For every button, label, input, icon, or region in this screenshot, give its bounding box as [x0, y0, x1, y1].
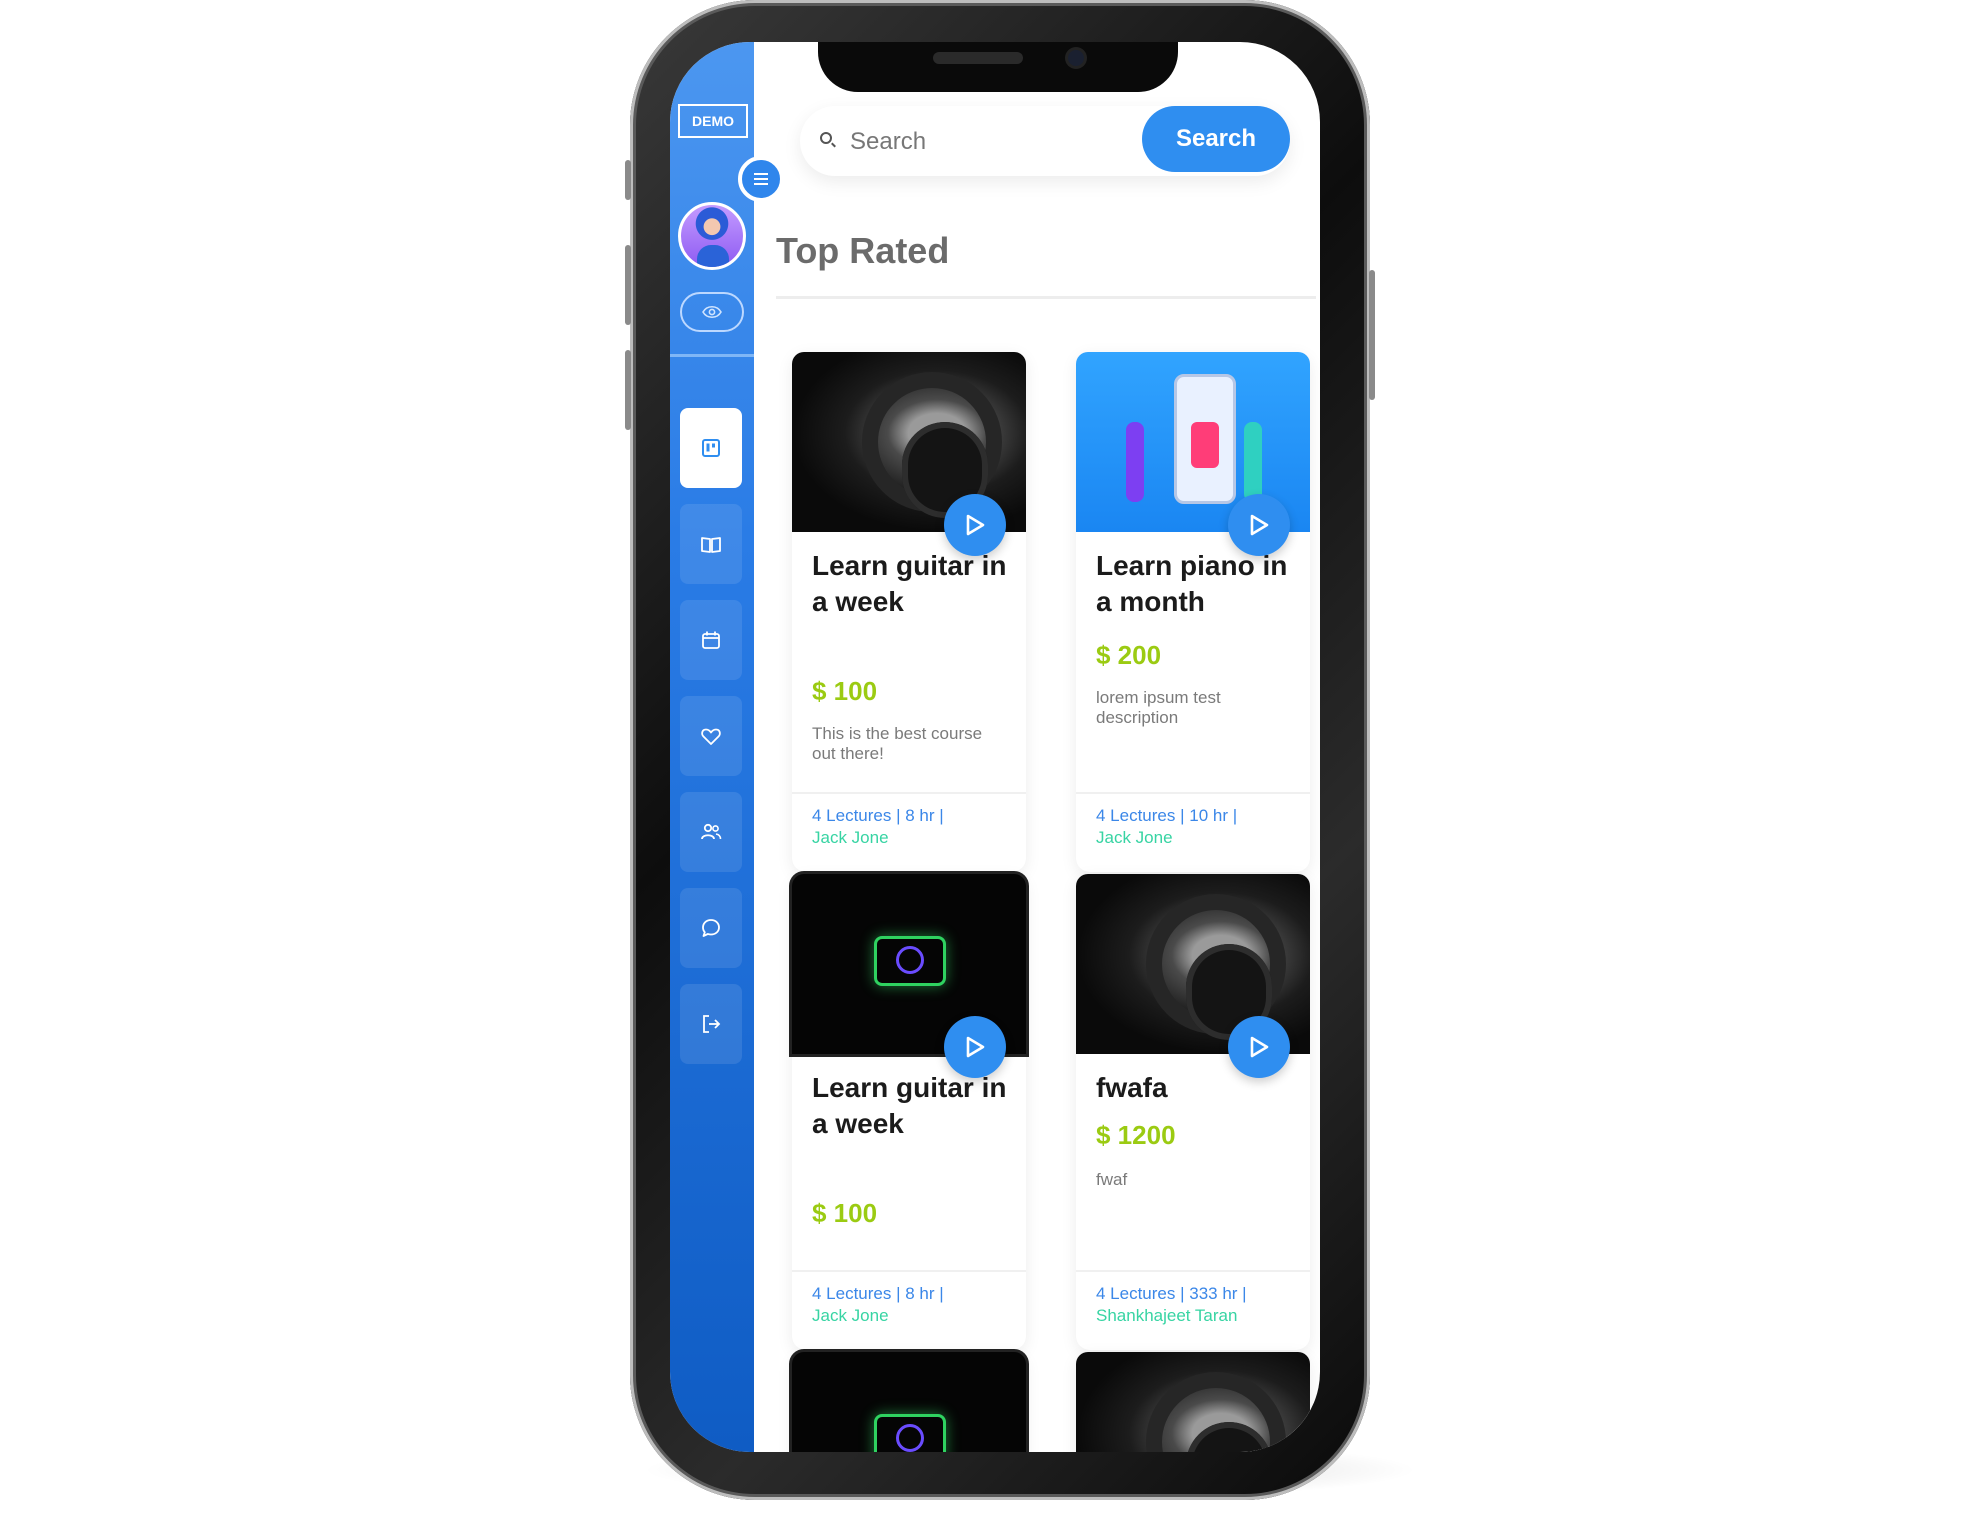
course-card[interactable]	[1076, 1352, 1310, 1452]
play-button[interactable]	[1228, 494, 1290, 556]
sidebar-item-favorites[interactable]	[680, 696, 742, 776]
play-icon	[1250, 1036, 1269, 1058]
power-button	[1369, 270, 1375, 400]
chat-icon	[702, 919, 720, 937]
card-divider	[1076, 1270, 1310, 1272]
course-card[interactable]: fwafa $ 1200 fwaf 4 Lectures | 333 hr | …	[1076, 874, 1310, 1350]
app-screen: DEMO Search Top Rate	[670, 42, 1320, 1452]
play-icon	[966, 514, 985, 536]
card-divider	[1076, 792, 1310, 794]
course-title: Learn piano in a month	[1096, 550, 1288, 617]
play-button[interactable]	[944, 494, 1006, 556]
search-input[interactable]	[848, 124, 1122, 160]
course-thumbnail	[1076, 1352, 1310, 1452]
sidebar: DEMO	[670, 42, 754, 1452]
hamburger-icon	[754, 178, 768, 180]
card-divider	[792, 1270, 1026, 1272]
board-icon	[702, 439, 720, 457]
sidebar-item-dashboard[interactable]	[680, 408, 742, 488]
users-icon	[701, 823, 722, 840]
course-price: $ 1200	[1096, 1120, 1176, 1150]
course-description: This is the best course out there!	[812, 724, 983, 763]
course-title: Learn guitar in a week	[812, 1072, 1007, 1139]
sidebar-divider	[670, 354, 754, 357]
search-button[interactable]: Search	[1142, 106, 1290, 172]
course-title: Learn guitar in a week	[812, 550, 1007, 617]
course-card[interactable]: Learn piano in a month $ 200 lorem ipsum…	[1076, 352, 1310, 872]
illustration-figure	[1191, 422, 1219, 468]
course-author[interactable]: Shankhajeet Taran	[1096, 1306, 1237, 1326]
course-meta: 4 Lectures | 8 hr |	[812, 806, 944, 825]
section-title: Top Rated	[776, 230, 950, 271]
company-logo[interactable]: DEMO	[678, 104, 748, 138]
card-divider	[792, 792, 1026, 794]
course-card[interactable]: Learn guitar in a week $ 100 4 Lectures …	[792, 874, 1026, 1350]
sidebar-item-messages[interactable]	[680, 888, 742, 968]
course-author[interactable]: Jack Jone	[1096, 828, 1173, 848]
course-meta: 4 Lectures | 10 hr |	[1096, 806, 1238, 825]
play-button[interactable]	[1228, 1016, 1290, 1078]
volume-up-button	[625, 245, 631, 325]
visibility-toggle[interactable]	[680, 292, 744, 332]
course-description: lorem ipsum test description	[1096, 688, 1221, 727]
course-card[interactable]: Learn guitar in a week $ 100 This is the…	[792, 352, 1026, 872]
section-divider	[776, 296, 1316, 299]
course-card[interactable]	[792, 1352, 1026, 1452]
book-icon	[701, 537, 721, 553]
course-thumbnail	[792, 1352, 1026, 1452]
heart-icon	[701, 728, 721, 745]
course-price: $ 200	[1096, 640, 1162, 670]
search-icon	[820, 132, 832, 144]
course-meta: 4 Lectures | 8 hr |	[812, 1284, 944, 1303]
sidebar-item-courses[interactable]	[680, 504, 742, 584]
sidebar-item-logout[interactable]	[680, 984, 742, 1064]
sidebar-item-calendar[interactable]	[680, 600, 742, 680]
play-button[interactable]	[944, 1016, 1006, 1078]
speaker	[933, 52, 1023, 64]
avatar[interactable]	[678, 202, 746, 270]
notch	[818, 42, 1178, 92]
volume-down-button	[625, 350, 631, 430]
course-price: $ 100	[812, 1198, 878, 1228]
play-icon	[966, 1036, 985, 1058]
play-icon	[1250, 514, 1269, 536]
logout-icon	[703, 1015, 721, 1033]
calendar-icon	[702, 631, 720, 649]
mute-switch	[625, 160, 631, 200]
sidebar-item-users[interactable]	[680, 792, 742, 872]
course-meta: 4 Lectures | 333 hr |	[1096, 1284, 1247, 1303]
illustration-figure	[1244, 422, 1262, 502]
avatar-body	[697, 245, 729, 267]
course-author[interactable]: Jack Jone	[812, 1306, 889, 1326]
course-author[interactable]: Jack Jone	[812, 828, 889, 848]
front-camera	[1068, 50, 1084, 66]
illustration-figure	[1126, 422, 1144, 502]
eye-icon	[702, 305, 722, 319]
search-bar: Search	[800, 106, 1290, 176]
menu-toggle-button[interactable]	[738, 156, 784, 202]
course-price: $ 100	[812, 676, 878, 706]
course-description: fwaf	[1096, 1170, 1128, 1189]
